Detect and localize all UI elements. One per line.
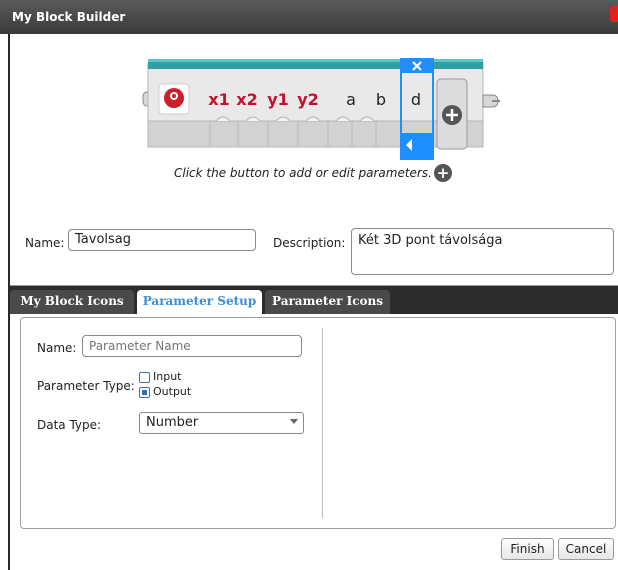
parameter-label-x2[interactable]: x2	[234, 90, 260, 109]
add-parameter-hint: Click the button to add or edit paramete…	[174, 166, 432, 180]
parameter-type-label: Parameter Type:	[37, 379, 135, 393]
chevron-down-icon	[290, 419, 298, 424]
parameter-type-input-label: Input	[153, 370, 182, 383]
data-type-select[interactable]: Number	[139, 412, 304, 434]
parameter-type-output-checkbox[interactable]	[139, 387, 150, 398]
window-title: My Block Builder	[12, 10, 126, 24]
data-type-value: Number	[146, 415, 199, 430]
tab-my-block-icons[interactable]: My Block Icons	[10, 290, 134, 314]
parameter-name-label: Name:	[37, 341, 77, 355]
parameter-label-y1[interactable]: y1	[265, 90, 291, 109]
parameter-type-output-label: Output	[153, 385, 192, 398]
parameter-label-x1[interactable]: x1	[206, 90, 232, 109]
parameter-label-d[interactable]: d	[403, 90, 429, 109]
parameter-label-b[interactable]: b	[368, 90, 394, 109]
close-icon[interactable]	[610, 6, 618, 22]
data-type-label: Data Type:	[37, 418, 102, 432]
block-description-label: Description:	[273, 236, 346, 250]
tab-parameter-setup[interactable]: Parameter Setup	[137, 290, 262, 316]
my-block-preview	[142, 58, 500, 160]
finish-button[interactable]: Finish	[501, 538, 554, 560]
parameter-type-input-checkbox[interactable]	[139, 372, 150, 383]
parameter-label-y2[interactable]: y2	[295, 90, 321, 109]
block-name-input[interactable]: Tavolsag	[68, 229, 256, 251]
cancel-button[interactable]: Cancel	[558, 538, 614, 560]
tab-parameter-icons[interactable]: Parameter Icons	[265, 290, 390, 314]
parameter-label-a[interactable]: a	[338, 90, 364, 109]
parameter-name-input[interactable]	[82, 335, 302, 357]
add-parameter-hint-icon[interactable]: +	[434, 164, 452, 182]
block-description-input[interactable]: Két 3D pont távolsága	[351, 228, 614, 275]
block-name-label: Name:	[25, 236, 65, 250]
